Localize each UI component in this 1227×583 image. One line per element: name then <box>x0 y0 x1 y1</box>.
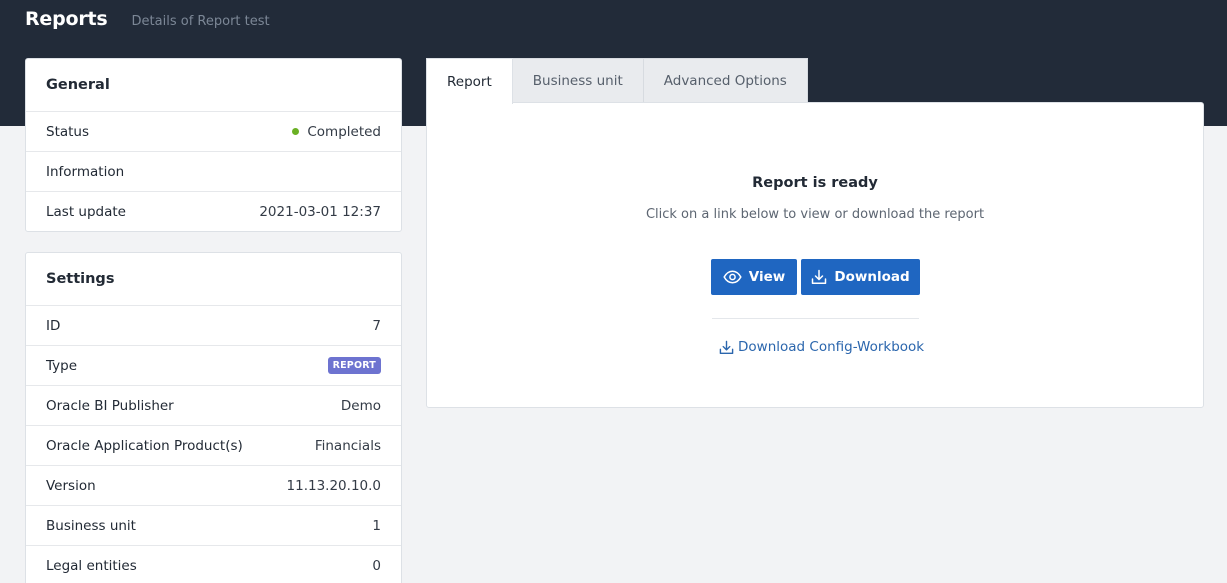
status-value: Completed <box>292 124 381 140</box>
report-actions: View Download <box>711 259 920 295</box>
bi-publisher-label: Oracle BI Publisher <box>46 397 174 414</box>
type-badge: REPORT <box>327 357 381 374</box>
general-card-title: General <box>26 59 401 112</box>
id-row: ID 7 <box>26 306 401 346</box>
status-row: Status Completed <box>26 112 401 152</box>
download-icon <box>719 340 734 354</box>
status-dot-icon <box>292 128 300 135</box>
legal-entities-label: Legal entities <box>46 558 137 574</box>
bi-publisher-row: Oracle BI Publisher Demo <box>26 386 401 426</box>
download-icon <box>812 269 827 284</box>
download-button[interactable]: Download <box>801 259 920 295</box>
page-title: Reports <box>25 8 108 30</box>
settings-card: Settings ID 7 Type REPORT Oracle BI Publ… <box>25 252 402 583</box>
view-button[interactable]: View <box>711 259 797 295</box>
legal-entities-row: Legal entities 0 <box>26 546 401 583</box>
download-config-workbook-link[interactable]: Download Config-Workbook <box>719 339 924 355</box>
general-card: General Status Completed Information Las… <box>25 58 402 232</box>
status-label: Status <box>46 123 90 140</box>
report-ready-title: Report is ready <box>752 175 878 191</box>
page-subtitle: Details of Report test <box>131 14 270 29</box>
information-row: Information <box>26 152 401 192</box>
actions-divider <box>712 318 919 319</box>
settings-card-title: Settings <box>26 253 401 306</box>
download-button-label: Download <box>834 269 910 285</box>
page-header: Reports Details of Report test <box>25 8 270 36</box>
id-label: ID <box>46 317 61 334</box>
application-products-value: Financials <box>314 437 381 454</box>
type-label: Type <box>46 357 78 374</box>
last-update-row: Last update 2021-03-01 12:37 <box>26 192 401 232</box>
report-panel: Report is ready Click on a link below to… <box>426 102 1204 408</box>
config-workbook-label: Download Config-Workbook <box>738 339 925 355</box>
tab-advanced-options[interactable]: Advanced Options <box>643 58 808 103</box>
version-row: Version 11.13.20.10.0 <box>26 466 401 506</box>
tab-bar: Report Business unit Advanced Options <box>426 58 808 104</box>
business-unit-label: Business unit <box>46 517 136 534</box>
legal-entities-value: 0 <box>372 558 381 574</box>
business-unit-value: 1 <box>372 517 381 534</box>
report-ready-subtitle: Click on a link below to view or downloa… <box>645 207 985 222</box>
business-unit-row: Business unit 1 <box>26 506 401 546</box>
tab-business-unit[interactable]: Business unit <box>512 58 644 103</box>
bi-publisher-link[interactable]: Demo <box>341 398 381 414</box>
version-value: 11.13.20.10.0 <box>286 477 381 494</box>
last-update-label: Last update <box>46 204 126 220</box>
id-value: 7 <box>372 317 381 334</box>
last-update-value: 2021-03-01 12:37 <box>259 204 381 220</box>
information-label: Information <box>46 163 125 180</box>
status-text: Completed <box>307 123 381 140</box>
tab-report[interactable]: Report <box>426 58 513 104</box>
application-products-row: Oracle Application Product(s) Financials <box>26 426 401 466</box>
type-row: Type REPORT <box>26 346 401 386</box>
application-products-label: Oracle Application Product(s) <box>46 437 243 454</box>
eye-icon <box>723 270 742 284</box>
view-button-label: View <box>748 269 786 285</box>
version-label: Version <box>46 477 96 494</box>
